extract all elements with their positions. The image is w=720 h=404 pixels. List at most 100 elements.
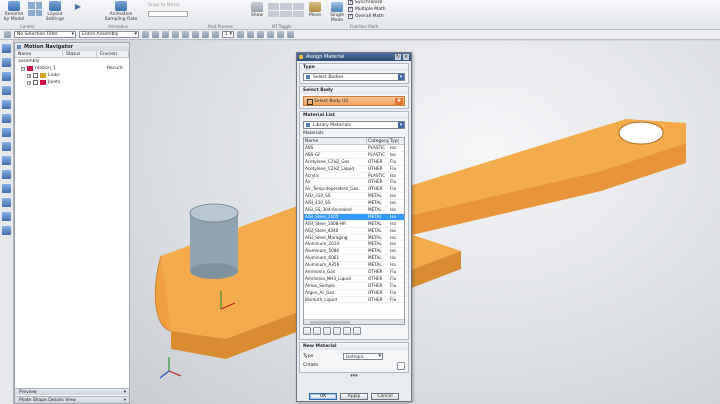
pin-hole[interactable] [618, 121, 664, 145]
material-row[interactable]: Aluminum_5086 METAL Iso [304, 248, 404, 256]
snap-icon[interactable] [212, 31, 219, 38]
show-button[interactable]: Show [248, 2, 266, 18]
more-options-icon[interactable]: ▾▾▾ [297, 373, 411, 379]
column-status[interactable]: Status [63, 51, 97, 57]
view-icon[interactable] [237, 31, 244, 38]
material-row[interactable]: AISI_Steel_1008-HR METAL Iso [304, 221, 404, 228]
new-material-header[interactable]: New Material [300, 343, 408, 350]
edit-icon[interactable] [313, 327, 321, 335]
select-icon[interactable] [152, 31, 159, 38]
view-icon[interactable] [267, 31, 274, 38]
expand-icon[interactable]: − [21, 66, 25, 71]
delete-icon[interactable] [333, 327, 341, 335]
single-mode-button[interactable]: Single Mode [328, 2, 346, 23]
material-row[interactable]: Acrylic PLASTIC Iso [304, 173, 404, 180]
info-icon[interactable] [303, 327, 311, 335]
grid-tool-icon[interactable] [35, 2, 42, 9]
view-triad-icon[interactable] [159, 357, 182, 379]
select-body-header[interactable]: Select Body [300, 87, 408, 94]
preview-panel[interactable]: Preview [15, 388, 129, 396]
expand-icon[interactable]: + [27, 73, 31, 78]
material-row[interactable]: AISI_310_SS METAL Iso [304, 193, 404, 201]
material-row[interactable]: Acetylene_C2H2_Gas OTHER Flu [304, 159, 404, 166]
multiple-math-checkbox[interactable]: Multiple Math [348, 6, 386, 12]
grid-tool-icon[interactable] [28, 2, 35, 9]
analysis-icon[interactable] [2, 198, 11, 207]
type-section-header[interactable]: Type [300, 64, 408, 71]
menu-icon[interactable] [4, 31, 11, 38]
column-environ[interactable]: Environ [97, 51, 129, 57]
check-icon[interactable] [348, 13, 353, 19]
tool-icon[interactable] [292, 3, 304, 10]
navigator-icon[interactable] [2, 44, 11, 53]
checkbox-icon[interactable] [33, 73, 38, 78]
mode-shape-panel[interactable]: Mode Shape Details View [15, 396, 129, 404]
material-list-header[interactable]: Material List [300, 112, 408, 119]
system-icon[interactable] [2, 156, 11, 165]
material-row[interactable]: Ammonia_Gas OTHER Flu [304, 269, 404, 276]
history-icon[interactable] [2, 86, 11, 95]
horizontal-scrollbar[interactable] [304, 319, 404, 324]
export-icon[interactable] [353, 327, 361, 335]
overall-math-checkbox[interactable]: Overall Math [348, 13, 384, 19]
view-icon[interactable] [277, 31, 284, 38]
count-combo[interactable]: 1 [222, 31, 234, 38]
check-icon[interactable] [348, 0, 353, 5]
snap-field[interactable] [148, 11, 188, 17]
grid-tool-icon[interactable] [28, 9, 35, 16]
tool-icon[interactable] [292, 10, 304, 17]
selection-filter-combo[interactable]: No Selection Filter [14, 31, 76, 38]
snap-icon[interactable] [192, 31, 199, 38]
tool-icon[interactable] [268, 3, 280, 10]
material-row[interactable]: Argon_Ar_Gas OTHER Flu [304, 290, 404, 297]
view-icon[interactable] [287, 31, 294, 38]
tree-row[interactable]: − motion_1 Recurd [15, 65, 129, 72]
snap-icon[interactable] [202, 31, 209, 38]
view-icon[interactable] [257, 31, 264, 38]
copy-icon[interactable] [323, 327, 331, 335]
palette-icon[interactable] [2, 142, 11, 151]
part-icon[interactable] [2, 58, 11, 67]
play-button[interactable]: ▶ [72, 2, 84, 12]
reset-icon[interactable]: ↻ [395, 54, 401, 60]
search-icon[interactable] [343, 327, 351, 335]
material-row[interactable]: ABS PLASTIC Iso [304, 145, 404, 152]
snap-to-mirror-label[interactable]: Snap to Mirror [148, 3, 180, 8]
snap-icon[interactable] [172, 31, 179, 38]
column-type[interactable]: Type [389, 138, 399, 144]
select-icon[interactable] [142, 31, 149, 38]
tool-icon[interactable] [268, 10, 280, 17]
tool-icon[interactable] [280, 10, 292, 17]
material-row[interactable]: AISI_410_SS METAL Iso [304, 200, 404, 208]
cancel-button[interactable]: Cancel [371, 392, 399, 400]
apply-button[interactable]: Apply [340, 392, 368, 400]
rename-by-model-button[interactable]: Rename by Model [3, 1, 25, 22]
material-row[interactable]: AISI_Steel_Maraging METAL Iso [304, 235, 404, 242]
select-body-field[interactable]: Select Body (0) [303, 96, 405, 106]
column-name[interactable]: Name [15, 51, 63, 57]
gear-icon[interactable] [2, 212, 11, 221]
help-icon[interactable] [2, 226, 11, 235]
tool-icon[interactable] [280, 3, 292, 10]
material-row[interactable]: AISI_SS_304-Annealed METAL Iso [304, 207, 404, 214]
tree-row[interactable]: + Joints [15, 79, 129, 86]
snap-icon[interactable] [162, 31, 169, 38]
material-row[interactable]: Air_Temp-dependent_Gas OTHER Flu [304, 186, 404, 194]
checkbox-icon[interactable] [33, 80, 38, 85]
grid-tool-icon[interactable] [35, 9, 42, 16]
material-row[interactable]: Acetylene_C2H2_Liquid OTHER Flu [304, 166, 404, 173]
type-dropdown[interactable]: Select Bodies [303, 73, 405, 81]
synchronize-checkbox[interactable]: Synchronize [348, 0, 382, 5]
material-library-dropdown[interactable]: Library Materials [303, 121, 405, 129]
assembly-icon[interactable] [2, 72, 11, 81]
animation-sampling-rate-button[interactable]: Animation Sampling Rate [102, 1, 140, 22]
close-icon[interactable]: × [403, 54, 409, 60]
motion-icon[interactable] [2, 170, 11, 179]
create-material-icon[interactable] [397, 361, 405, 370]
material-row[interactable]: ABS-GF PLASTIC Iso [304, 152, 404, 159]
selection-scope-combo[interactable]: Entire Assembly [79, 31, 139, 38]
web-icon[interactable] [2, 100, 11, 109]
material-row[interactable]: Ammonia_NH3_Liquid OTHER Flu [304, 276, 404, 283]
cylinder-top[interactable] [189, 203, 239, 223]
library-icon[interactable] [2, 114, 11, 123]
